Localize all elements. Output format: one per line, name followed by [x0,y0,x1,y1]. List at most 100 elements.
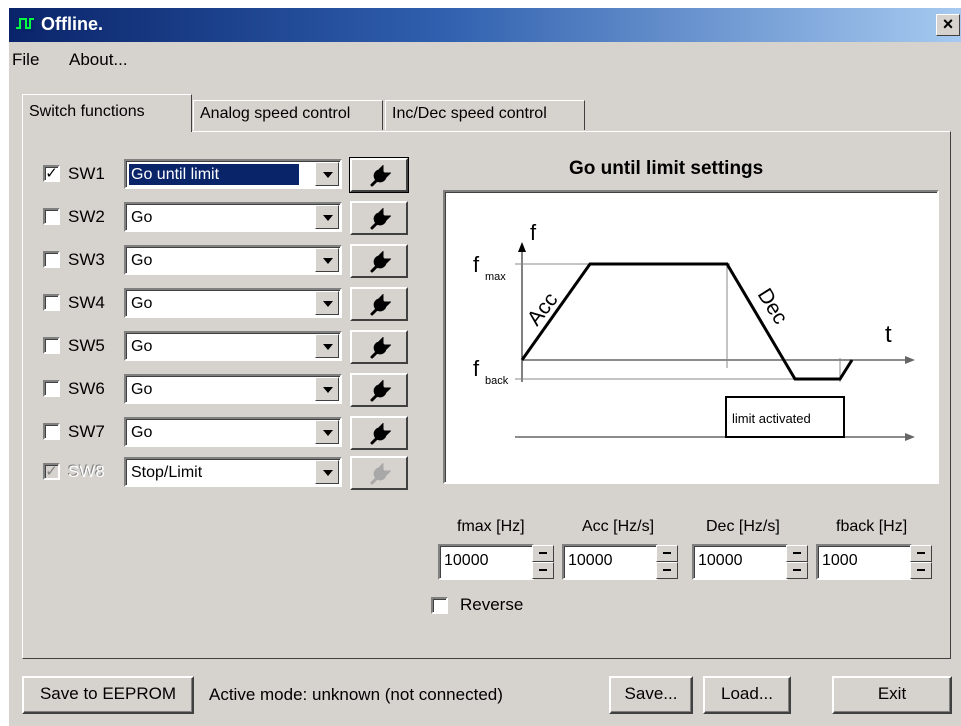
tab-inc-dec-speed-control[interactable]: Inc/Dec speed control [385,100,585,130]
sw8-checkbox: ✓ [43,463,60,480]
chevron-down-icon[interactable] [315,420,339,444]
velocity-profile-line [520,262,854,381]
acc-spinner: 10000 [562,544,682,580]
sw7-checkbox[interactable] [43,423,60,440]
sw7-mode-select[interactable]: Go [124,417,342,447]
sw5-label: SW5 [68,336,105,355]
sw6-mode-select[interactable]: Go [124,374,342,404]
dec-input[interactable]: 10000 [692,544,788,580]
chevron-down-icon[interactable] [315,460,339,484]
sw5-checkbox[interactable] [43,337,60,354]
f-axis-label: f [530,220,537,245]
switch-row-sw6: SW6 Go [9,373,409,407]
fmax-decrement-button[interactable] [532,562,554,579]
sw8-mode-value: Stop/Limit [131,464,203,481]
switch-row-sw1: ✓ SW1 Go until limit [9,158,409,192]
dec-spinner: 10000 [692,544,812,580]
chevron-down-icon[interactable] [315,205,339,229]
sw4-checkbox[interactable] [43,294,60,311]
load-button[interactable]: Load... [703,676,791,714]
sw3-label: SW3 [68,250,105,269]
sw5-settings-button[interactable] [350,330,408,364]
acc-increment-button[interactable] [656,545,678,562]
sw8-settings-button [350,456,408,490]
sw6-mode-value: Go [131,381,153,398]
fmax-label: f [473,252,480,277]
dec-param-label: Dec [Hz/s] [706,518,780,535]
sw4-mode-value: Go [131,295,153,312]
sw2-mode-value: Go [131,209,153,226]
sw4-mode-select[interactable]: Go [124,288,342,318]
menu-file[interactable]: File [12,50,39,70]
sw5-mode-value: Go [131,338,153,355]
acc-param-label: Acc [Hz/s] [582,518,655,535]
sw3-checkbox[interactable] [43,251,60,268]
dec-increment-button[interactable] [786,545,808,562]
chevron-down-icon[interactable] [315,334,339,358]
fback-input[interactable]: 1000 [816,544,912,580]
fmax-input[interactable]: 10000 [438,544,534,580]
chevron-down-icon[interactable] [315,377,339,401]
fmax-increment-button[interactable] [532,545,554,562]
sw1-checkbox[interactable]: ✓ [43,165,60,182]
sw3-settings-button[interactable] [350,244,408,278]
sw1-mode-select[interactable]: Go until limit [124,159,342,189]
sw8-mode-select[interactable]: Stop/Limit [124,457,342,487]
save-to-eeprom-button[interactable]: Save to EEPROM [22,676,194,714]
wrench-icon [370,165,391,187]
switch-row-sw2: SW2 Go [9,201,409,235]
wrench-icon [370,337,391,359]
title-bar[interactable]: Offline. × [9,8,961,42]
switch-row-sw3: SW3 Go [9,244,409,278]
chevron-down-icon[interactable] [315,248,339,272]
sw6-checkbox[interactable] [43,380,60,397]
fback-label: f [473,356,480,381]
dec-decrement-button[interactable] [786,562,808,579]
chevron-down-icon[interactable] [315,162,339,186]
reverse-label: Reverse [460,595,524,614]
sw2-mode-select[interactable]: Go [124,202,342,232]
sw5-mode-select[interactable]: Go [124,331,342,361]
save-button[interactable]: Save... [609,676,693,714]
wrench-icon [370,208,391,230]
tab-switch-functions[interactable]: Switch functions [22,94,192,132]
sw1-mode-value: Go until limit [128,163,300,186]
sw6-settings-button[interactable] [350,373,408,407]
switch-row-sw8: ✓ SW8 Stop/Limit [9,456,409,490]
switch-row-sw5: SW5 Go [9,330,409,364]
acc-decrement-button[interactable] [656,562,678,579]
acc-input[interactable]: 10000 [562,544,658,580]
wrench-icon [370,463,391,485]
fback-increment-button[interactable] [910,545,932,562]
sw2-checkbox[interactable] [43,208,60,225]
close-button[interactable]: × [936,14,960,36]
tab-analog-speed-control[interactable]: Analog speed control [193,100,383,130]
menu-bar: File About... [9,44,961,72]
fback-decrement-button[interactable] [910,562,932,579]
sw2-label: SW2 [68,207,105,226]
wrench-icon [370,251,391,273]
settings-title: Go until limit settings [569,158,764,179]
sw7-settings-button[interactable] [350,416,408,450]
chevron-down-icon[interactable] [315,291,339,315]
wrench-icon [370,380,391,402]
limit-signal-arrow [905,433,915,441]
sw2-settings-button[interactable] [350,201,408,235]
profile-diagram: f t f max f back Acc Dec limit activated [443,190,939,484]
wrench-icon [370,423,391,445]
menu-about[interactable]: About... [69,50,128,70]
fback-subscript: back [485,375,509,387]
sw1-settings-button[interactable] [350,158,408,192]
sw4-settings-button[interactable] [350,287,408,321]
exit-button[interactable]: Exit [832,676,952,714]
sw3-mode-select[interactable]: Go [124,245,342,275]
dec-label: Dec [753,284,792,328]
sw7-label: SW7 [68,422,105,441]
wrench-icon [370,294,391,316]
fmax-param-label: fmax [Hz] [457,518,525,535]
active-mode-status: Active mode: unknown (not connected) [209,685,503,704]
reverse-checkbox[interactable] [431,597,448,614]
t-axis-label: t [885,321,892,348]
sw4-label: SW4 [68,293,105,312]
fback-param-label: fback [Hz] [836,518,908,535]
